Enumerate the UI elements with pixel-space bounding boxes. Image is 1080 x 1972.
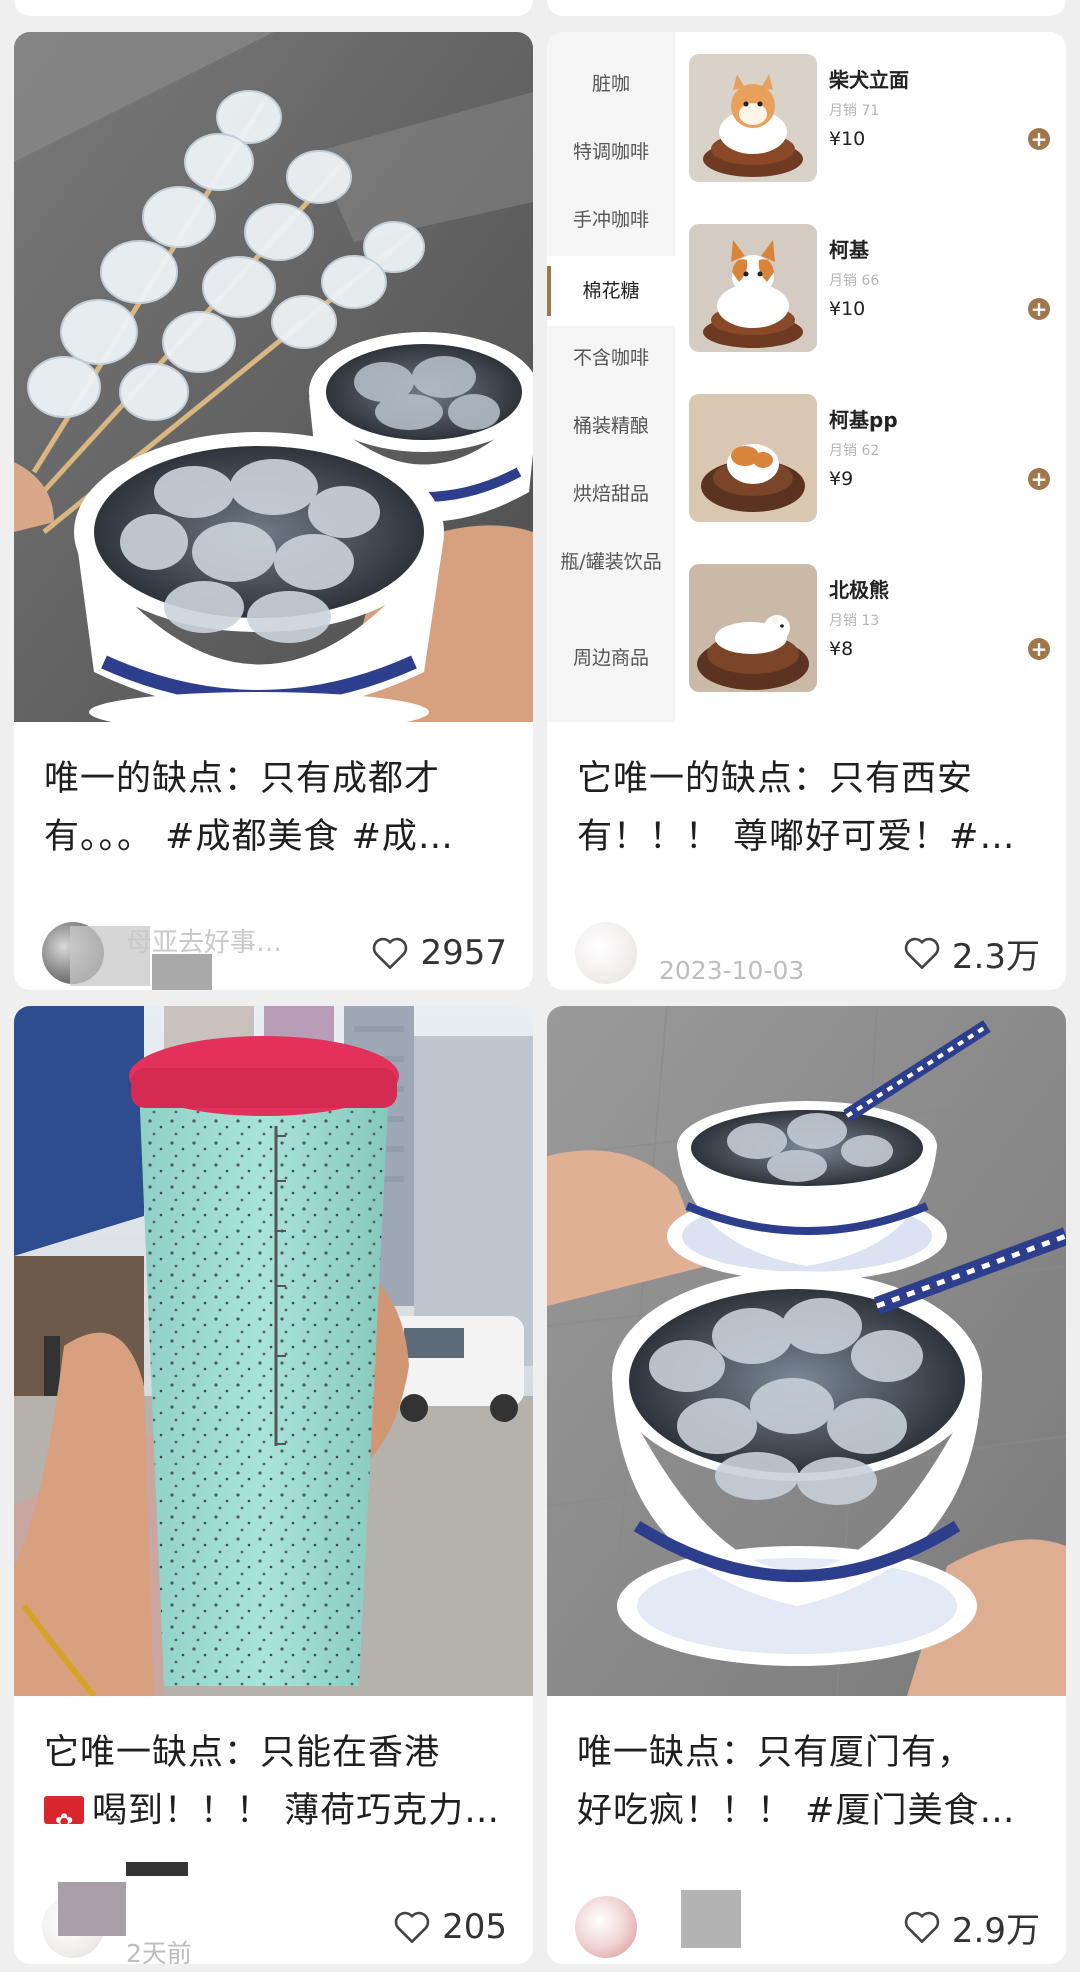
menu-category[interactable]: 烘焙甜品	[547, 482, 675, 507]
menu-category[interactable]: 不含咖啡	[547, 346, 675, 371]
category-menu: 脏咖 特调咖啡 手冲咖啡 棉花糖 不含咖啡 桶装精酿 烘焙甜品 瓶/罐装饮品 周…	[547, 32, 675, 722]
post-date: 2023-10-03	[659, 956, 805, 985]
menu-category[interactable]: 周边商品	[547, 646, 675, 671]
product-price: ¥8	[829, 638, 854, 660]
note-cover-image[interactable]	[14, 1006, 533, 1696]
plus-circle-icon[interactable]: +	[1028, 638, 1050, 660]
product-sales: 月销 13	[829, 613, 880, 629]
redaction-block	[152, 954, 212, 990]
note-title-line: 唯一的缺点：只有成都才	[44, 759, 441, 799]
note-title[interactable]: 它唯一的缺点：只有西安 有！！！ 尊嘟好可爱！#…	[577, 750, 1038, 866]
product-name: 柴犬立面	[829, 68, 909, 92]
redaction-block	[58, 1882, 126, 1936]
like-button[interactable]: 205	[392, 1902, 507, 1952]
note-title-line: 它唯一的缺点：只有西安	[577, 759, 974, 799]
note-card[interactable]: 脏咖 特调咖啡 手冲咖啡 棉花糖 不含咖啡 桶装精酿 烘焙甜品 瓶/罐装饮品 周…	[547, 32, 1066, 990]
product-sales: 月销 62	[829, 443, 880, 459]
like-count: 2.3万	[951, 936, 1040, 977]
note-meta: 母亚去好事… 2957	[42, 920, 507, 990]
note-title[interactable]: 唯一缺点：只有厦门有， 好吃疯！！！ #厦门美食…	[577, 1724, 1038, 1840]
note-meta: 2023-10-03 2.3万	[575, 920, 1040, 990]
product-sales: 月销 71	[829, 103, 880, 119]
product-sales: 月销 66	[829, 273, 880, 289]
note-title-line: 有！！！ 尊嘟好可爱！#…	[577, 817, 1016, 857]
feed: 唯一的缺点：只有成都才 有。。。 #成都美食 #成… 母亚去好事… 2957 脏…	[0, 0, 1080, 1972]
note-card[interactable]: 它唯一缺点：只能在香港 喝到！！！ 薄荷巧克力… 2天前 205	[14, 1006, 533, 1964]
note-meta: 2天前 205	[42, 1862, 507, 1964]
like-button[interactable]: 2.9万	[902, 1902, 1040, 1952]
product-image	[689, 224, 817, 352]
author-avatar[interactable]	[575, 922, 637, 984]
like-count: 2.9万	[951, 1910, 1040, 1951]
heart-outline-icon	[394, 1911, 430, 1944]
post-date: 2天前	[126, 1939, 192, 1964]
product-image	[689, 394, 817, 522]
menu-category[interactable]: 桶装精酿	[547, 414, 675, 439]
note-title-line: 喝到！！！ 薄荷巧克力…	[44, 1782, 505, 1840]
product-item[interactable]: 北极熊 月销 13 ¥8 +	[689, 564, 1066, 704]
plus-circle-icon[interactable]: +	[1028, 128, 1050, 150]
like-button[interactable]: 2957	[370, 928, 507, 978]
note-title[interactable]: 唯一的缺点：只有成都才 有。。。 #成都美食 #成…	[44, 750, 505, 866]
note-title[interactable]: 它唯一缺点：只能在香港 喝到！！！ 薄荷巧克力…	[44, 1724, 505, 1840]
note-title-line: 有。。。 #成都美食 #成…	[44, 817, 454, 857]
product-name: 柯基pp	[829, 408, 898, 432]
heart-outline-icon	[373, 937, 408, 970]
menu-category[interactable]: 手冲咖啡	[547, 208, 675, 233]
hong-kong-flag-icon	[44, 1794, 84, 1840]
note-title-text: 喝到！！！ 薄荷巧克力…	[92, 1791, 501, 1831]
heart-outline-icon	[904, 937, 940, 970]
previous-card-bottom	[14, 0, 533, 16]
product-price: ¥10	[829, 298, 866, 320]
product-image	[689, 564, 817, 692]
plus-circle-icon[interactable]: +	[1028, 468, 1050, 490]
note-card[interactable]: 唯一的缺点：只有成都才 有。。。 #成都美食 #成… 母亚去好事… 2957	[14, 32, 533, 990]
menu-category[interactable]: 瓶/罐装饮品	[557, 550, 665, 575]
redaction-block	[681, 1890, 741, 1948]
product-image	[689, 54, 817, 182]
product-item[interactable]: 柯基 月销 66 ¥10 +	[689, 224, 1066, 364]
product-item[interactable]: 柴犬立面 月销 71 ¥10 +	[689, 54, 1066, 194]
note-title-line: 好吃疯！！！ #厦门美食…	[577, 1791, 1016, 1831]
menu-category-active[interactable]: 棉花糖	[547, 256, 675, 326]
like-count: 2957	[420, 933, 507, 973]
like-button[interactable]: 2.3万	[902, 928, 1040, 978]
menu-category[interactable]: 特调咖啡	[547, 140, 675, 165]
note-card[interactable]: 唯一缺点：只有厦门有， 好吃疯！！！ #厦门美食… 2.9万	[547, 1006, 1066, 1964]
author-avatar[interactable]	[575, 1896, 637, 1958]
note-cover-image[interactable]: 脏咖 特调咖啡 手冲咖啡 棉花糖 不含咖啡 桶装精酿 烘焙甜品 瓶/罐装饮品 周…	[547, 32, 1066, 722]
product-price: ¥10	[829, 128, 866, 150]
product-name: 北极熊	[829, 578, 889, 602]
note-title-line: 它唯一缺点：只能在香港	[44, 1733, 441, 1773]
product-name: 柯基	[829, 238, 869, 262]
like-count: 205	[442, 1907, 507, 1947]
previous-card-bottom	[547, 0, 1066, 16]
redaction-block	[126, 1862, 188, 1876]
note-cover-image[interactable]	[14, 32, 533, 722]
plus-circle-icon[interactable]: +	[1028, 298, 1050, 320]
note-meta: 2.9万	[575, 1890, 1040, 1964]
redaction-block	[70, 926, 150, 986]
note-title-line: 唯一缺点：只有厦门有，	[577, 1733, 974, 1773]
product-item[interactable]: 柯基pp 月销 62 ¥9 +	[689, 394, 1066, 534]
product-price: ¥9	[829, 468, 854, 490]
menu-category[interactable]: 脏咖	[547, 72, 675, 97]
heart-outline-icon	[904, 1911, 940, 1944]
note-cover-image[interactable]	[547, 1006, 1066, 1696]
